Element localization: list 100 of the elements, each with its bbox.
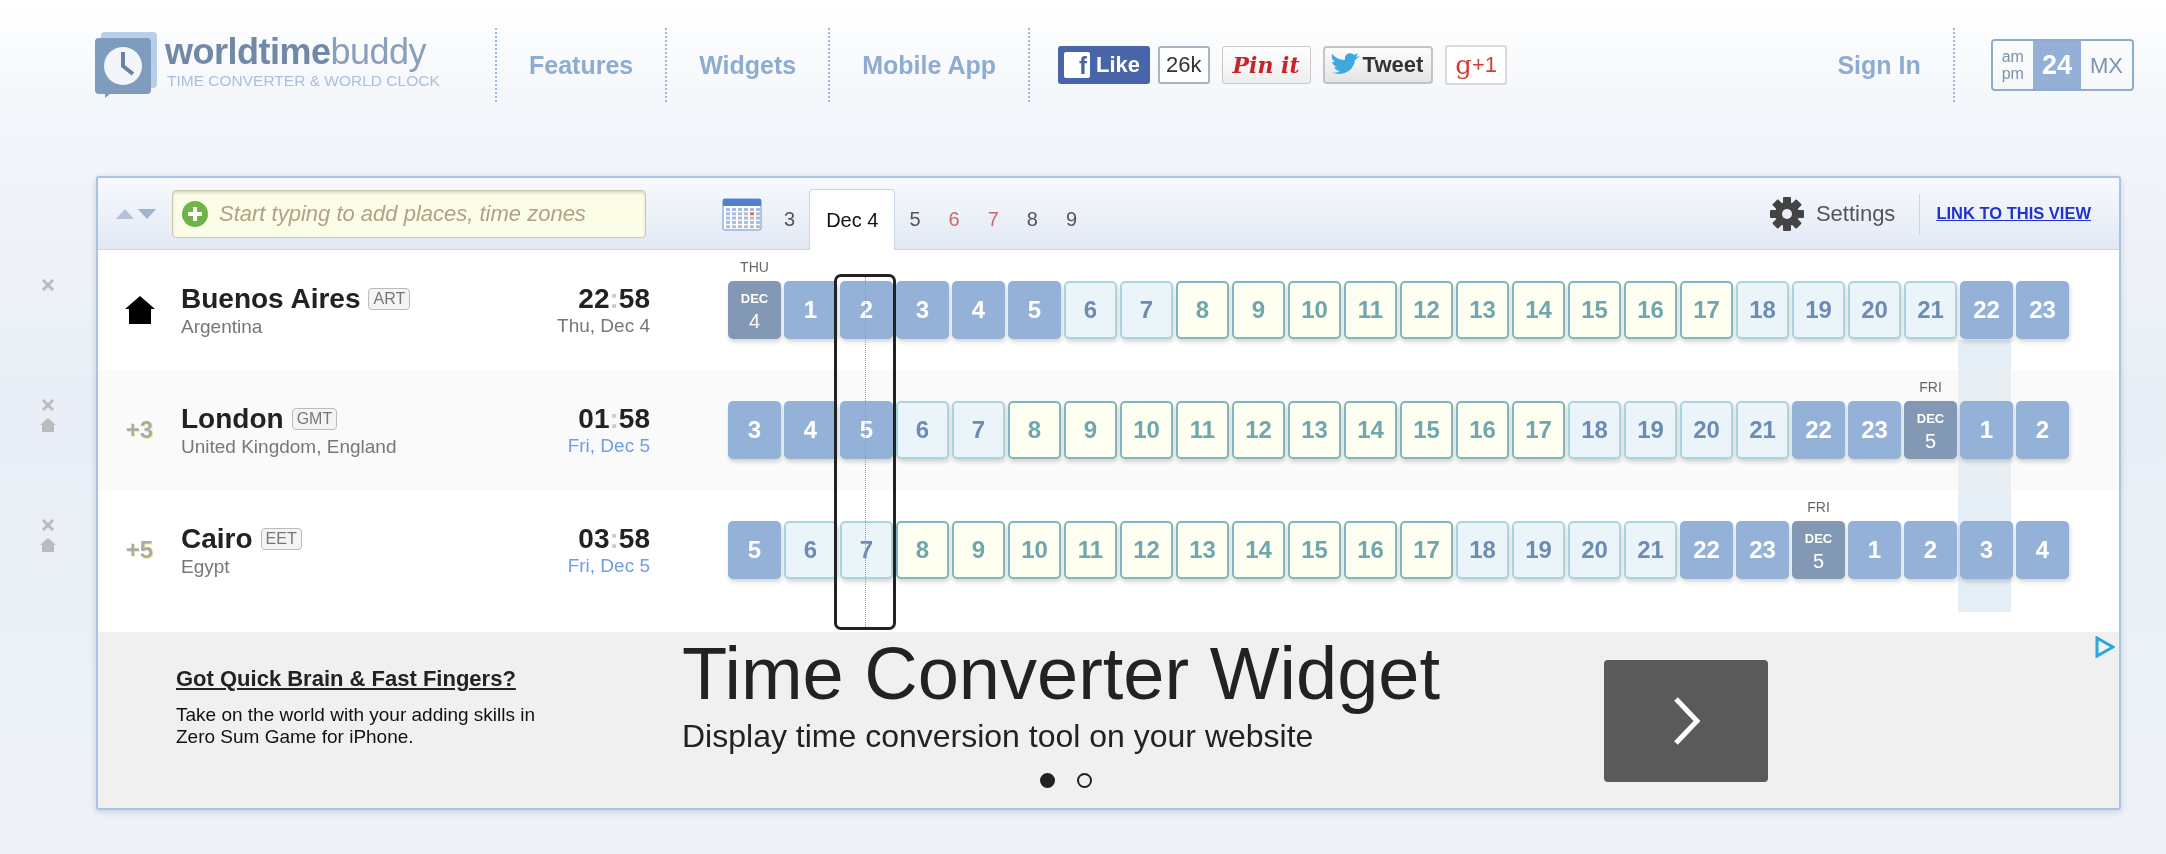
- hour-cell[interactable]: 22: [1680, 521, 1733, 579]
- hour-cell[interactable]: 13: [1456, 281, 1509, 339]
- hour-cell[interactable]: 17: [1512, 401, 1565, 459]
- nav-link[interactable]: Widgets: [667, 50, 829, 80]
- next-button[interactable]: [1604, 660, 1768, 782]
- date-tab[interactable]: 3: [770, 189, 810, 249]
- time-format-option[interactable]: 24: [2032, 41, 2081, 89]
- hour-cell[interactable]: 2: [840, 281, 893, 339]
- ad-choices-icon[interactable]: [2093, 636, 2115, 658]
- hour-cell[interactable]: 4: [784, 401, 837, 459]
- hour-cell[interactable]: 11: [1344, 281, 1397, 339]
- date-cell[interactable]: DEC 5: [1792, 521, 1845, 579]
- hour-cell[interactable]: 8: [1008, 401, 1061, 459]
- date-cell[interactable]: DEC 5: [1904, 401, 1957, 459]
- hour-cell[interactable]: 4: [2016, 521, 2069, 579]
- hour-cell[interactable]: 17: [1680, 281, 1733, 339]
- hour-cell[interactable]: 21: [1736, 401, 1789, 459]
- house-icon[interactable]: [40, 538, 56, 552]
- hour-cell[interactable]: 20: [1568, 521, 1621, 579]
- calendar-icon[interactable]: [722, 196, 762, 231]
- hour-cell[interactable]: 9: [1232, 281, 1285, 339]
- hour-cell[interactable]: 10: [1288, 281, 1341, 339]
- hour-cell[interactable]: 6: [784, 521, 837, 579]
- hour-cell[interactable]: 11: [1064, 521, 1117, 579]
- hour-cell[interactable]: 5: [840, 401, 893, 459]
- ad-title-link[interactable]: Got Quick Brain & Fast Fingers?: [176, 666, 682, 692]
- hour-cell[interactable]: 12: [1400, 281, 1453, 339]
- hour-cell[interactable]: 21: [1624, 521, 1677, 579]
- hour-cell[interactable]: 1: [784, 281, 837, 339]
- tweet-button[interactable]: Tweet: [1322, 46, 1434, 84]
- hour-cell[interactable]: 17: [1400, 521, 1453, 579]
- hour-cell[interactable]: 4: [952, 281, 1005, 339]
- link-to-view[interactable]: LINK TO THIS VIEW: [1936, 204, 2091, 223]
- city-name[interactable]: Cairo: [181, 522, 253, 555]
- nav-link[interactable]: Features: [497, 50, 666, 80]
- hour-cell[interactable]: 3: [896, 281, 949, 339]
- date-tab[interactable]: Dec 4: [809, 189, 896, 250]
- date-tab[interactable]: 7: [973, 189, 1013, 249]
- hour-cell[interactable]: 3: [1960, 521, 2013, 579]
- hour-cell[interactable]: 18: [1736, 281, 1789, 339]
- hour-cell[interactable]: 16: [1344, 521, 1397, 579]
- city-name[interactable]: Buenos Aires: [181, 282, 361, 315]
- date-tab[interactable]: 5: [895, 189, 935, 249]
- move-down-icon[interactable]: [138, 208, 156, 219]
- date-tab[interactable]: 6: [934, 189, 974, 249]
- pin-it-button[interactable]: Pin it: [1221, 46, 1311, 84]
- hour-cell[interactable]: 19: [1792, 281, 1845, 339]
- sign-in-link[interactable]: Sign In: [1837, 50, 1953, 80]
- hour-cell[interactable]: 11: [1176, 401, 1229, 459]
- hour-cell[interactable]: 8: [1176, 281, 1229, 339]
- hour-cell[interactable]: 9: [952, 521, 1005, 579]
- hour-cell[interactable]: 7: [952, 401, 1005, 459]
- hour-cell[interactable]: 13: [1176, 521, 1229, 579]
- settings-label[interactable]: Settings: [1815, 200, 1896, 227]
- move-up-icon[interactable]: [116, 208, 134, 219]
- date-tab[interactable]: 9: [1051, 189, 1091, 249]
- hour-cell[interactable]: 22: [1960, 281, 2013, 339]
- hour-cell[interactable]: 5: [728, 521, 781, 579]
- hour-cell[interactable]: 18: [1568, 401, 1621, 459]
- hour-cell[interactable]: 15: [1400, 401, 1453, 459]
- hour-cell[interactable]: 8: [896, 521, 949, 579]
- like-button[interactable]: f Like: [1058, 46, 1151, 84]
- hour-cell[interactable]: 6: [896, 401, 949, 459]
- hour-cell[interactable]: 16: [1456, 401, 1509, 459]
- remove-icon[interactable]: [41, 518, 55, 532]
- hour-cell[interactable]: 13: [1288, 401, 1341, 459]
- hour-cell[interactable]: 15: [1288, 521, 1341, 579]
- hour-cell[interactable]: 15: [1568, 281, 1621, 339]
- hour-cell[interactable]: 14: [1344, 401, 1397, 459]
- hour-cell[interactable]: 20: [1848, 281, 1901, 339]
- hour-cell[interactable]: 1: [1960, 401, 2013, 459]
- search-field[interactable]: Start typing to add places, time zones: [172, 189, 646, 238]
- hour-cell[interactable]: 9: [1064, 401, 1117, 459]
- date-tab[interactable]: 8: [1012, 189, 1052, 249]
- hour-cell[interactable]: 22: [1792, 401, 1845, 459]
- city-name[interactable]: London: [181, 402, 284, 435]
- hour-cell[interactable]: 14: [1232, 521, 1285, 579]
- time-format-option[interactable]: am pm: [1992, 41, 2033, 89]
- remove-icon[interactable]: [41, 398, 55, 412]
- hour-cell[interactable]: 2: [2016, 401, 2069, 459]
- nav-link[interactable]: Mobile App: [830, 50, 1028, 80]
- plus-icon[interactable]: [181, 199, 209, 228]
- hour-cell[interactable]: 18: [1456, 521, 1509, 579]
- logo-wordmark[interactable]: worldtimebuddy: [165, 32, 440, 72]
- hour-cell[interactable]: 12: [1232, 401, 1285, 459]
- settings-icon[interactable]: [1769, 196, 1804, 231]
- hour-cell[interactable]: 19: [1512, 521, 1565, 579]
- remove-icon[interactable]: [41, 278, 55, 292]
- house-icon[interactable]: [40, 418, 56, 432]
- hour-cell[interactable]: 23: [1736, 521, 1789, 579]
- hour-cell[interactable]: 16: [1624, 281, 1677, 339]
- hour-cell[interactable]: 21: [1904, 281, 1957, 339]
- date-cell[interactable]: DEC 4: [728, 281, 781, 339]
- time-format-option[interactable]: MX: [2081, 41, 2132, 89]
- carousel-dot[interactable]: [1077, 773, 1092, 788]
- hour-cell[interactable]: 3: [728, 401, 781, 459]
- carousel-dot[interactable]: [1040, 773, 1055, 788]
- hour-cell[interactable]: 14: [1512, 281, 1565, 339]
- hour-cell[interactable]: 5: [1008, 281, 1061, 339]
- hour-cell[interactable]: 19: [1624, 401, 1677, 459]
